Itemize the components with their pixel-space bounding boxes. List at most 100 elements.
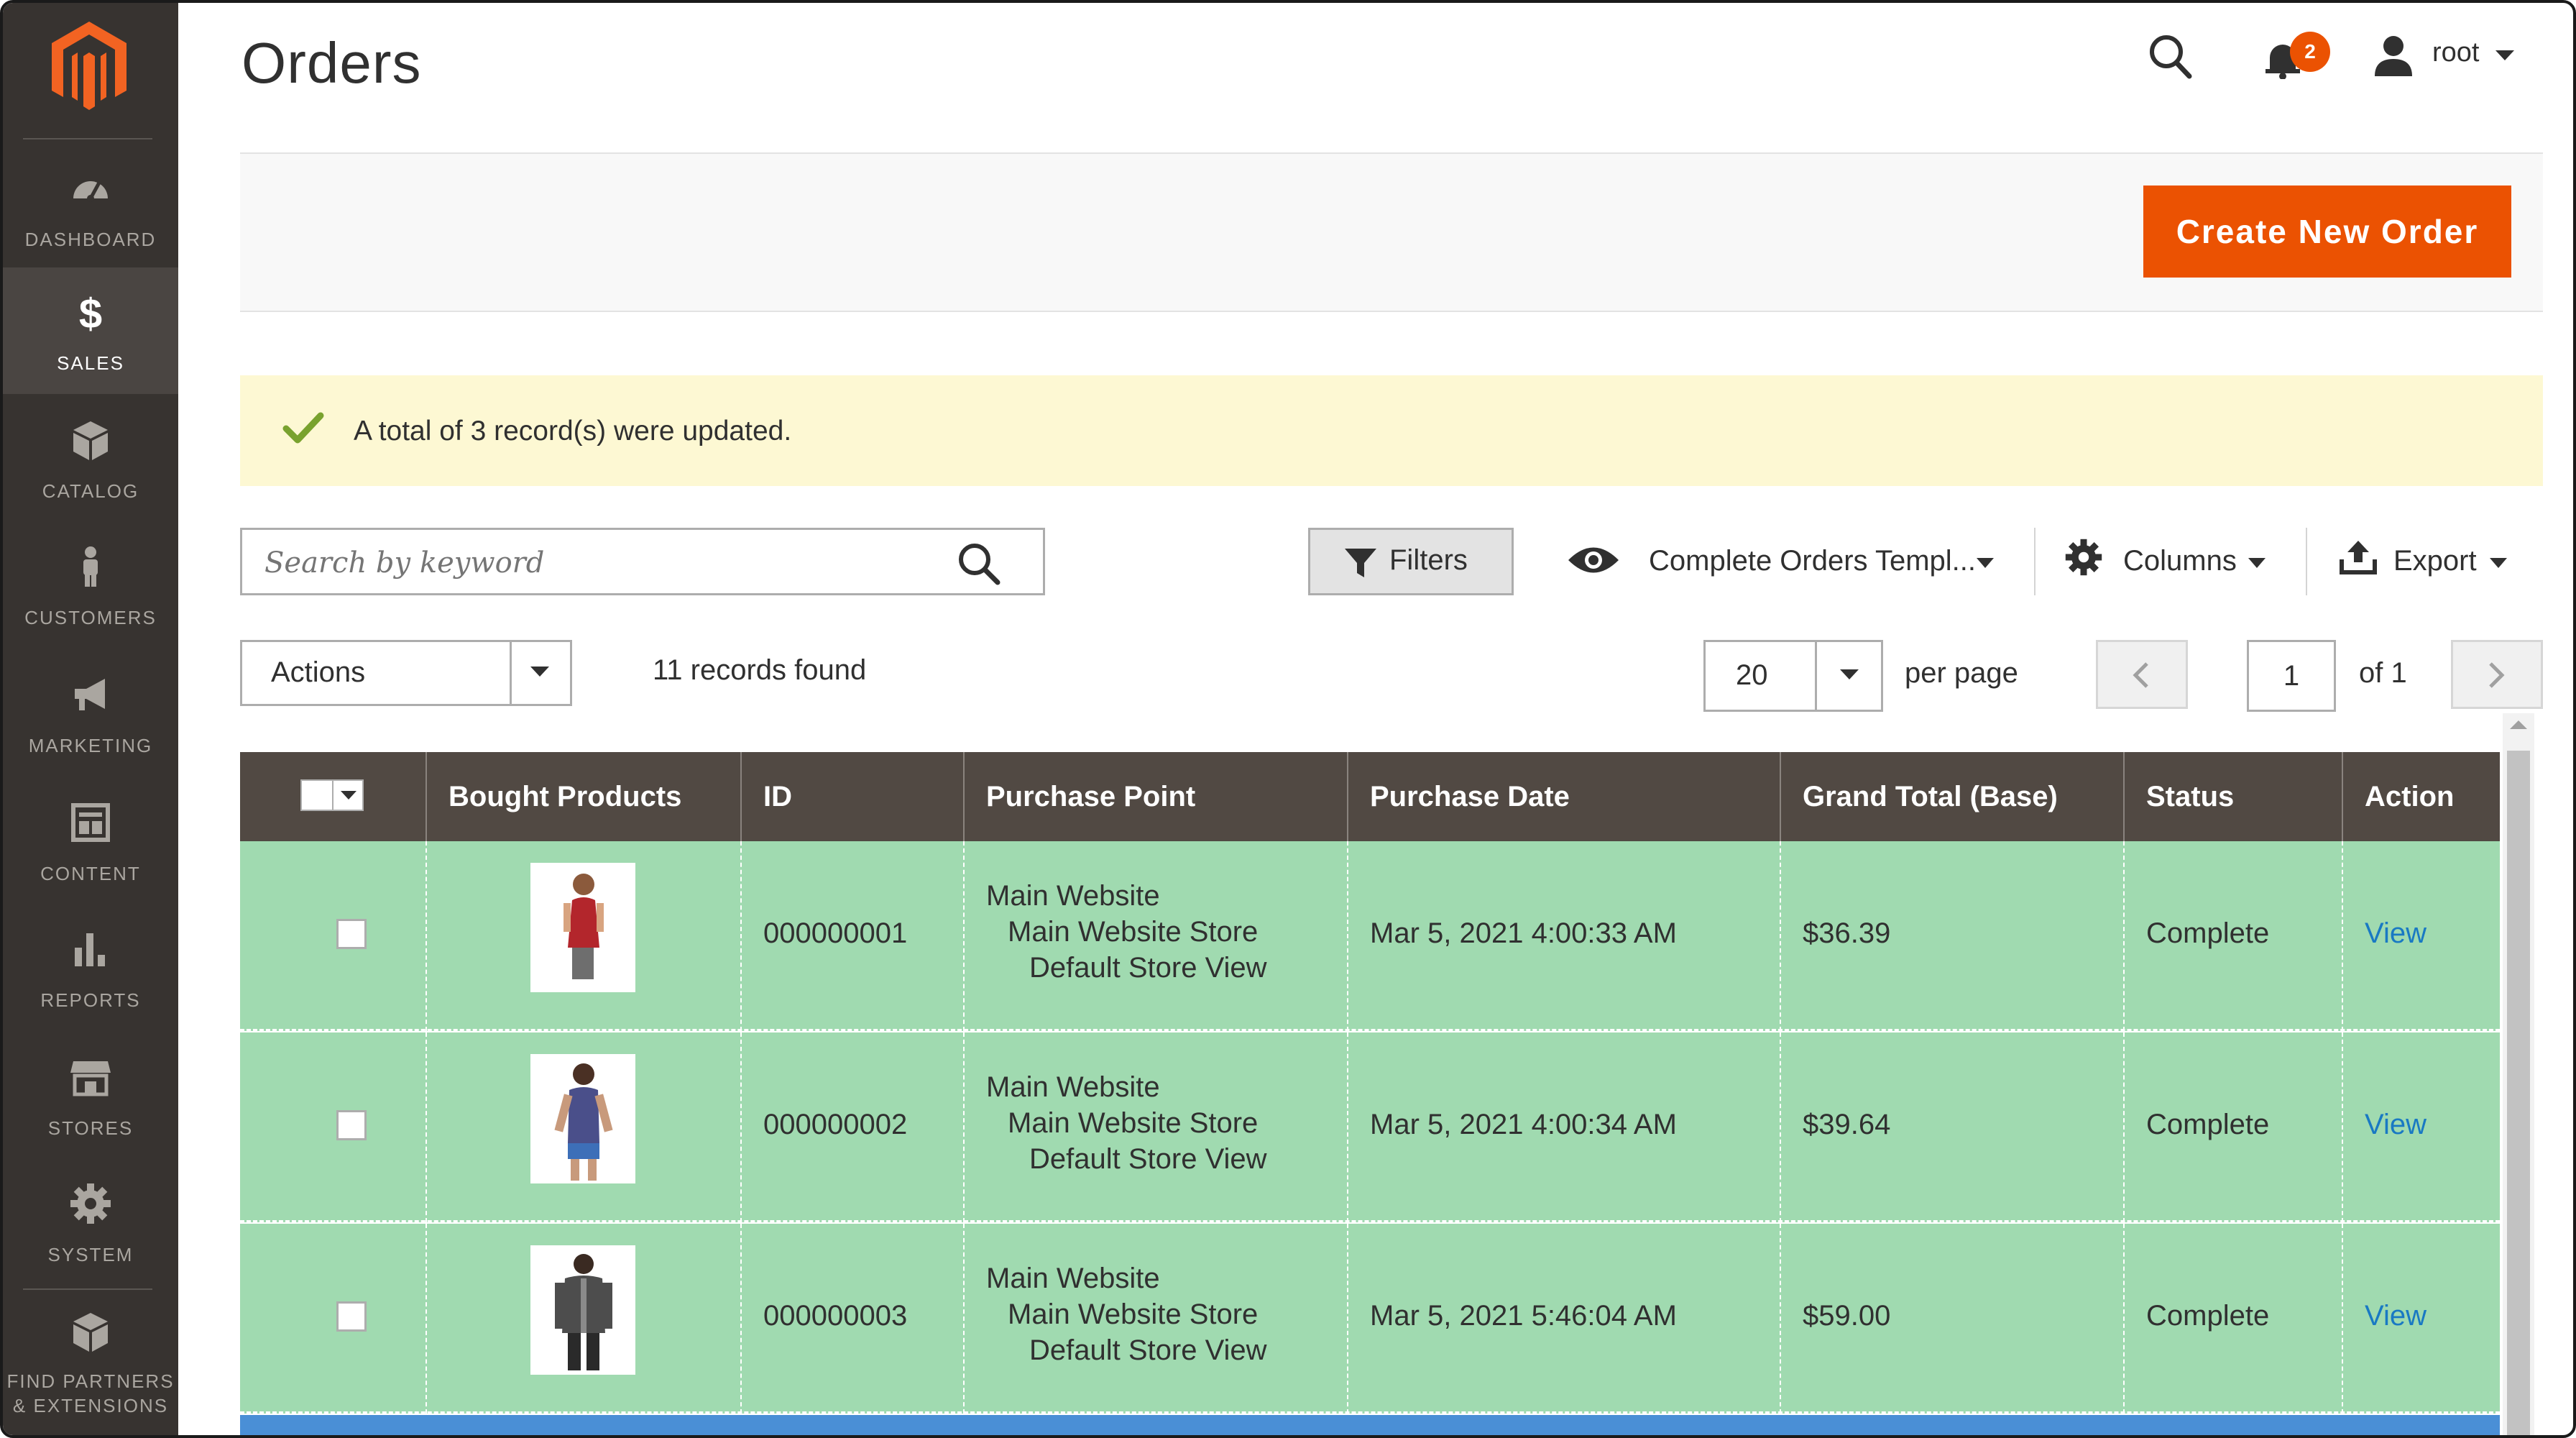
sidebar-label: CUSTOMERS (24, 607, 157, 628)
bought-products-cell (426, 1224, 740, 1414)
eye-icon[interactable] (1567, 544, 1620, 577)
dashboard-icon (73, 181, 108, 202)
person-icon (83, 546, 98, 587)
select-all-header (240, 752, 426, 841)
table-row[interactable]: 000000001 Main Website Main Website Stor… (240, 841, 2500, 1031)
row-checkbox[interactable] (336, 919, 367, 949)
sidebar-item-system[interactable]: SYSTEM (3, 1159, 178, 1286)
success-message-text: A total of 3 record(s) were updated. (354, 416, 792, 446)
sidebar-item-find-partners[interactable]: FIND PARTNERS & EXTENSIONS (3, 1294, 178, 1435)
action-cell: View (2342, 1032, 2500, 1222)
sidebar-item-catalog[interactable]: CATALOG (3, 395, 178, 522)
purchase-point-store: Main Website Store (1008, 916, 1259, 948)
product-thumbnail-red-top[interactable] (530, 863, 635, 992)
partners-label-line2: & EXTENSIONS (12, 1395, 169, 1416)
export-upload-icon[interactable] (2339, 539, 2378, 575)
row-select-cell (240, 1032, 426, 1222)
order-status: Complete (2146, 917, 2270, 949)
per-page-dropdown-button[interactable] (1815, 642, 1881, 710)
grid-scrollbar-thumb[interactable] (2507, 751, 2530, 1435)
bought-products-cell (426, 1032, 740, 1222)
sidebar-label: SALES (57, 352, 124, 374)
column-header-purchase-point[interactable]: Purchase Point (963, 752, 1347, 841)
view-order-link[interactable]: View (2365, 1109, 2426, 1141)
mass-actions-dropdown-button[interactable] (510, 642, 570, 704)
column-header-grand-total[interactable]: Grand Total (Base) (1780, 752, 2123, 841)
chevron-down-icon[interactable] (2496, 50, 2514, 62)
action-cell: View (2342, 1224, 2500, 1414)
column-header-id[interactable]: ID (740, 752, 963, 841)
sidebar-item-stores[interactable]: STORES (3, 1032, 178, 1159)
sidebar-label: FIND PARTNERS & EXTENSIONS (3, 1369, 178, 1418)
view-order-link[interactable]: View (2365, 917, 2426, 950)
mass-actions-select[interactable]: Actions (240, 640, 572, 706)
previous-page-button[interactable] (2096, 640, 2188, 709)
order-id: 000000003 (763, 1300, 908, 1332)
per-page-select[interactable]: 20 (1703, 640, 1883, 712)
app-window: DASHBOARD $ SALES CATALOG CUSTOMERS MARK… (0, 0, 2576, 1438)
row-checkbox[interactable] (336, 1301, 367, 1332)
scroll-up-arrow-icon[interactable] (2510, 719, 2527, 731)
table-row[interactable]: 000000002 Main Website Main Website Stor… (240, 1032, 2500, 1222)
mass-select-divider (332, 781, 334, 810)
chevron-down-icon (1840, 669, 1859, 679)
grand-total-cell: $59.00 (1780, 1224, 2123, 1414)
column-header-purchase-date[interactable]: Purchase Date (1347, 752, 1780, 841)
view-dropdown-chevron-icon[interactable] (1977, 558, 1994, 569)
sidebar-item-dashboard[interactable]: DASHBOARD (3, 144, 178, 270)
filters-button[interactable]: Filters (1308, 528, 1514, 595)
view-order-link[interactable]: View (2365, 1300, 2426, 1332)
sidebar-item-sales[interactable]: $ SALES (3, 267, 178, 394)
sidebar-item-content[interactable]: CONTENT (3, 778, 178, 905)
grand-total-cell: $36.39 (1780, 841, 2123, 1031)
sidebar-label: SYSTEM (47, 1244, 134, 1265)
grand-total-cell: $39.64 (1780, 1032, 2123, 1222)
sidebar-divider (23, 138, 152, 139)
product-thumbnail-grey-jacket[interactable] (530, 1245, 635, 1375)
sidebar-label: CATALOG (42, 480, 139, 502)
row-checkbox[interactable] (336, 1110, 367, 1140)
status-cell: Complete (2123, 841, 2342, 1031)
magento-logo-icon[interactable] (46, 19, 132, 112)
export-label[interactable]: Export (2393, 545, 2477, 577)
column-header-status[interactable]: Status (2123, 752, 2342, 841)
toolbar-divider (2306, 528, 2307, 595)
admin-sidebar: DASHBOARD $ SALES CATALOG CUSTOMERS MARK… (3, 3, 178, 1435)
gear-icon[interactable] (2064, 538, 2103, 577)
search-submit-icon[interactable] (956, 541, 1002, 587)
sidebar-item-customers[interactable]: CUSTOMERS (3, 522, 178, 649)
storefront-icon (70, 1061, 111, 1096)
sidebar-label: STORES (47, 1117, 134, 1139)
user-menu-name[interactable]: root (2432, 37, 2479, 68)
notification-count-badge[interactable]: 2 (2290, 32, 2330, 72)
sidebar-divider (23, 1288, 152, 1290)
table-row[interactable]: 000000003 Main Website Main Website Stor… (240, 1224, 2500, 1414)
chevron-left-icon (2133, 662, 2148, 688)
order-id: 000000002 (763, 1109, 908, 1140)
user-icon[interactable] (2372, 35, 2415, 78)
box-icon (73, 421, 108, 460)
product-thumbnail-purple-top[interactable] (530, 1054, 635, 1183)
columns-label[interactable]: Columns (2123, 545, 2237, 577)
sidebar-item-marketing[interactable]: MARKETING (3, 650, 178, 777)
status-cell: Complete (2123, 1032, 2342, 1222)
sidebar-label: DASHBOARD (24, 229, 157, 250)
columns-chevron-down-icon[interactable] (2248, 558, 2266, 569)
purchase-date: Mar 5, 2021 5:46:04 AM (1370, 1300, 1677, 1332)
export-chevron-down-icon[interactable] (2490, 558, 2507, 569)
table-row-partial-selected[interactable] (240, 1415, 2500, 1435)
search-icon[interactable] (2148, 32, 2194, 82)
mass-select-checkbox[interactable] (300, 779, 364, 811)
partners-label-line1: FIND PARTNERS (6, 1370, 175, 1392)
svg-text:$: $ (79, 290, 102, 334)
column-header-bought-products[interactable]: Bought Products (426, 752, 740, 841)
page-number-input[interactable]: 1 (2247, 640, 2336, 712)
purchase-date-cell: Mar 5, 2021 4:00:34 AM (1347, 1032, 1780, 1222)
row-select-cell (240, 841, 426, 1031)
next-page-button[interactable] (2451, 640, 2543, 709)
purchase-point-store-view: Default Store View (1029, 1334, 1267, 1366)
sidebar-item-reports[interactable]: REPORTS (3, 905, 178, 1031)
view-selector-label[interactable]: Complete Orders Templ... (1649, 545, 1976, 577)
create-new-order-button[interactable]: Create New Order (2143, 186, 2511, 278)
search-input[interactable] (264, 546, 911, 580)
